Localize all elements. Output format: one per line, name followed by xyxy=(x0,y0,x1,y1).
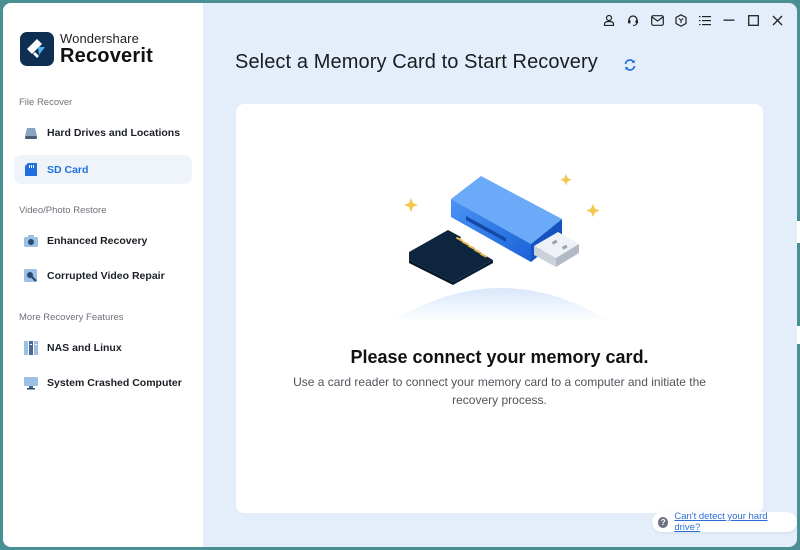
cube-button[interactable] xyxy=(669,11,693,29)
sidebar-item-sd-card[interactable]: SD Card xyxy=(14,155,192,184)
main-panel: Select a Memory Card to Start Recovery P… xyxy=(203,3,797,547)
brand-product: Recoverit xyxy=(60,45,153,67)
sparkle-icon xyxy=(560,174,572,186)
app-window: Wondershare Recoverit File Recover Hard … xyxy=(3,3,797,547)
sidebar-item-label: SD Card xyxy=(47,163,89,176)
mail-icon xyxy=(650,14,664,26)
close-icon xyxy=(772,15,782,25)
nas-server-icon xyxy=(24,340,38,355)
camera-icon xyxy=(24,234,38,248)
close-button[interactable] xyxy=(765,11,789,29)
sparkle-icon xyxy=(586,204,600,217)
support-headset-icon xyxy=(628,15,638,26)
sidebar: Wondershare Recoverit File Recover Hard … xyxy=(3,3,203,547)
recoverit-logo-icon xyxy=(20,32,54,66)
sidebar-item-enhanced-recovery[interactable]: Enhanced Recovery xyxy=(14,226,192,255)
sidebar-item-hard-drives[interactable]: Hard Drives and Locations xyxy=(14,118,192,147)
account-icon xyxy=(603,14,615,26)
help-question-icon: ? xyxy=(658,516,669,528)
refresh-icon xyxy=(624,59,636,71)
sidebar-item-label: NAS and Linux xyxy=(47,341,122,354)
sidebar-item-label: Enhanced Recovery xyxy=(47,234,148,247)
repair-wrench-icon xyxy=(24,268,38,283)
sd-card-icon xyxy=(24,163,38,177)
sidebar-item-corrupted-video-repair[interactable]: Corrupted Video Repair xyxy=(14,261,192,290)
minimize-icon xyxy=(723,19,735,21)
refresh-button[interactable] xyxy=(623,58,637,72)
help-hint: ? Can't detect your hard drive? xyxy=(652,511,797,533)
sparkle-icon xyxy=(404,198,418,212)
glow-arc xyxy=(391,288,611,322)
account-button[interactable] xyxy=(597,11,621,29)
menu-list-icon xyxy=(699,15,711,25)
connect-description: Use a card reader to connect your memory… xyxy=(293,375,706,407)
sd-card-reader-illustration xyxy=(391,174,611,322)
title-bar-controls xyxy=(597,11,789,29)
section-label-more-features: More Recovery Features xyxy=(19,312,124,323)
sidebar-item-nas-linux[interactable]: NAS and Linux xyxy=(14,333,192,362)
brand-company: Wondershare xyxy=(60,31,139,46)
app-logo: Wondershare Recoverit xyxy=(20,32,153,66)
monitor-icon xyxy=(24,376,38,390)
connect-heading: Please connect your memory card. xyxy=(350,347,649,367)
minimize-button[interactable] xyxy=(717,11,741,29)
sidebar-item-system-crashed[interactable]: System Crashed Computer xyxy=(14,368,192,397)
support-button[interactable] xyxy=(621,11,645,29)
sidebar-item-label: Hard Drives and Locations xyxy=(47,126,181,139)
hard-drive-icon xyxy=(24,126,38,140)
maximize-icon xyxy=(747,14,759,26)
section-label-video-photo: Video/Photo Restore xyxy=(19,205,107,216)
maximize-button[interactable] xyxy=(741,11,765,29)
micro-sd-card xyxy=(409,230,493,285)
mail-button[interactable] xyxy=(645,11,669,29)
sidebar-item-label: System Crashed Computer xyxy=(47,376,182,389)
sidebar-item-label: Corrupted Video Repair xyxy=(47,269,165,282)
page-title: Select a Memory Card to Start Recovery xyxy=(235,51,598,73)
connect-card-panel: Please connect your memory card. Use a c… xyxy=(236,104,763,513)
section-label-file-recover: File Recover xyxy=(19,97,73,108)
cube-icon xyxy=(675,13,687,27)
cant-detect-drive-link[interactable]: Can't detect your hard drive? xyxy=(674,511,789,533)
menu-button[interactable] xyxy=(693,11,717,29)
